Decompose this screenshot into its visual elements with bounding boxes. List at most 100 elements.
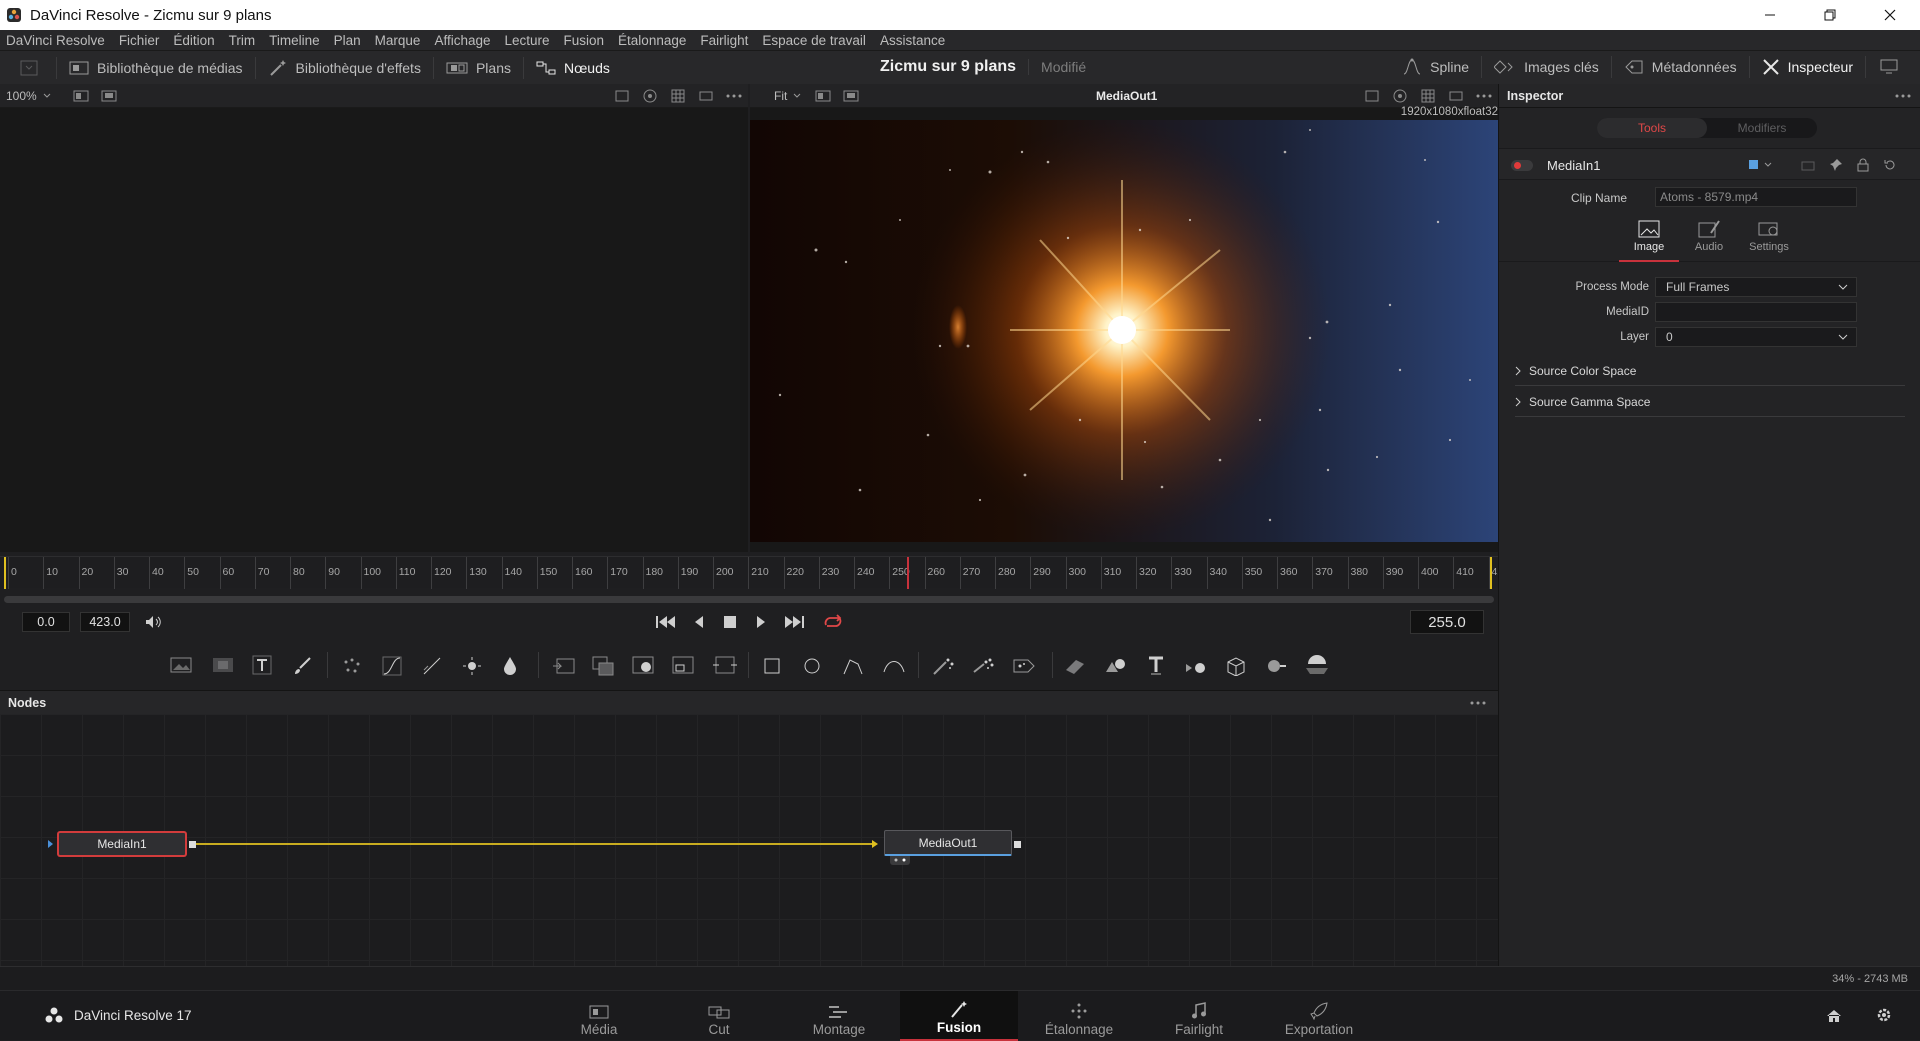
menu-workspace[interactable]: Espace de travail — [762, 33, 866, 48]
page-tab-deliver[interactable]: Exportation — [1260, 991, 1378, 1041]
audio-button[interactable] — [144, 614, 162, 630]
tool-loader[interactable] — [552, 656, 576, 676]
clip-name-field[interactable]: Atoms - 8579.mp4 — [1655, 187, 1857, 207]
tool-renderer3d[interactable] — [1224, 656, 1248, 676]
menu-playback[interactable]: Lecture — [504, 33, 549, 48]
global-start-field[interactable]: 0.0 — [22, 612, 70, 632]
media-id-field[interactable] — [1655, 302, 1857, 322]
left-viewer[interactable] — [0, 108, 748, 552]
section-source-gamma-space[interactable]: Source Gamma Space — [1515, 387, 1905, 417]
render-range-start[interactable] — [4, 557, 6, 589]
home-button[interactable] — [1826, 1009, 1842, 1023]
tool-text3d[interactable] — [1146, 655, 1166, 675]
right-grid-button[interactable] — [1414, 89, 1442, 103]
tool-ellipse[interactable] — [802, 656, 822, 676]
node-mediain1-output[interactable] — [189, 841, 196, 848]
menu-color[interactable]: Étalonnage — [618, 33, 686, 48]
page-tab-edit[interactable]: Montage — [780, 991, 898, 1041]
menu-view[interactable]: Affichage — [434, 33, 490, 48]
reset-button[interactable] — [1883, 158, 1897, 172]
nodes-button[interactable]: Nœuds — [524, 51, 622, 85]
page-tab-fusion[interactable]: Fusion — [900, 991, 1018, 1041]
section-source-color-space[interactable]: Source Color Space — [1515, 356, 1905, 386]
tool-merge3d[interactable] — [1104, 656, 1128, 676]
tool-shadow3d[interactable] — [1304, 654, 1330, 676]
close-button[interactable] — [1860, 0, 1920, 30]
minimize-button[interactable] — [1740, 0, 1800, 30]
current-frame-field[interactable]: 255.0 — [1410, 610, 1484, 634]
tool-curves[interactable] — [382, 656, 402, 676]
left-overlay-button[interactable] — [608, 90, 636, 102]
settings-button[interactable] — [1876, 1007, 1892, 1023]
tool-merge[interactable] — [592, 656, 614, 676]
node-mediaout1-view-indicator[interactable] — [890, 856, 910, 865]
left-more-button[interactable] — [720, 94, 748, 98]
tool-resize[interactable] — [672, 656, 694, 676]
tool-camera3d[interactable] — [1184, 656, 1208, 676]
inspector-button[interactable]: Inspecteur — [1750, 50, 1865, 84]
right-color-button[interactable] — [1386, 89, 1414, 103]
menu-edit[interactable]: Édition — [173, 33, 214, 48]
tool-particles[interactable] — [342, 656, 362, 676]
menu-file[interactable]: Fichier — [119, 33, 160, 48]
versions-button[interactable] — [1801, 159, 1815, 171]
inspector-more-button[interactable] — [1895, 94, 1911, 98]
tool-background[interactable] — [170, 656, 192, 674]
tool-brightness[interactable] — [462, 656, 482, 676]
subtab-image[interactable]: Image — [1619, 212, 1679, 262]
tool-particle-render[interactable] — [972, 656, 996, 676]
media-library-button[interactable]: Bibliothèque de médias — [57, 51, 255, 85]
page-tab-fairlight[interactable]: Fairlight — [1140, 991, 1258, 1041]
left-grid-button[interactable] — [664, 89, 692, 103]
tool-light3d[interactable] — [1264, 656, 1288, 676]
tool-bspline[interactable] — [882, 656, 906, 676]
tool-text[interactable] — [252, 655, 272, 675]
fullscreen-inspector-button[interactable] — [1866, 50, 1920, 84]
right-roi-button[interactable] — [1442, 90, 1470, 102]
right-layout-button[interactable] — [809, 90, 837, 102]
keyframes-button[interactable]: Images clés — [1482, 50, 1611, 84]
tab-tools[interactable]: Tools — [1597, 118, 1707, 138]
right-fit-select[interactable]: Fit — [750, 89, 793, 103]
menu-fusion[interactable]: Fusion — [564, 33, 605, 48]
tool-particle-emitter[interactable] — [932, 656, 956, 676]
node-color-select[interactable] — [1749, 160, 1772, 169]
panel-toggle-button[interactable] — [0, 51, 56, 85]
page-tab-color[interactable]: Étalonnage — [1020, 991, 1138, 1041]
subtab-audio[interactable]: Audio — [1679, 212, 1739, 262]
layer-select[interactable]: 0 — [1655, 327, 1857, 347]
process-mode-select[interactable]: Full Frames — [1655, 277, 1857, 297]
tab-modifiers[interactable]: Modifiers — [1707, 118, 1817, 138]
spline-button[interactable]: Spline — [1390, 50, 1481, 84]
tool-paint[interactable] — [292, 656, 312, 676]
tool-color-curves[interactable] — [422, 656, 442, 676]
viewer-image[interactable] — [750, 120, 1498, 542]
page-tab-cut[interactable]: Cut — [660, 991, 778, 1041]
tool-mask[interactable] — [632, 656, 654, 676]
menu-help[interactable]: Assistance — [880, 33, 945, 48]
right-overlay-button[interactable] — [1358, 90, 1386, 102]
tool-polygon[interactable] — [842, 656, 864, 676]
left-roi-button[interactable] — [692, 90, 720, 102]
lock-button[interactable] — [1857, 158, 1869, 172]
tool-pixel-shader[interactable] — [1012, 656, 1036, 676]
right-more-button[interactable] — [1470, 94, 1498, 98]
playhead[interactable] — [906, 557, 909, 589]
global-end-field[interactable]: 423.0 — [80, 612, 130, 632]
left-zoom-select[interactable]: 100% — [0, 89, 43, 103]
effects-library-button[interactable]: Bibliothèque d'effets — [256, 51, 433, 85]
time-ruler[interactable]: 0 10 20 30 40 50 60 70 80 90 100 110 120 130 140 150 160… — [0, 556, 1509, 589]
node-mediain1[interactable]: MediaIn1 — [58, 832, 186, 856]
subtab-settings[interactable]: Settings — [1739, 212, 1799, 262]
nodes-more-button[interactable] — [1470, 701, 1486, 705]
left-layout-button[interactable] — [67, 90, 95, 102]
play-reverse-button[interactable] — [693, 615, 705, 629]
go-to-start-button[interactable] — [655, 614, 677, 630]
stop-button[interactable] — [724, 616, 736, 628]
loop-button[interactable] — [822, 614, 844, 630]
render-range-end[interactable] — [1490, 557, 1492, 589]
go-to-end-button[interactable] — [783, 614, 805, 630]
node-editor[interactable]: MediaIn1 MediaOut1 — [0, 714, 1498, 966]
node-enable-toggle[interactable] — [1511, 160, 1533, 171]
right-view-button[interactable] — [837, 90, 865, 102]
